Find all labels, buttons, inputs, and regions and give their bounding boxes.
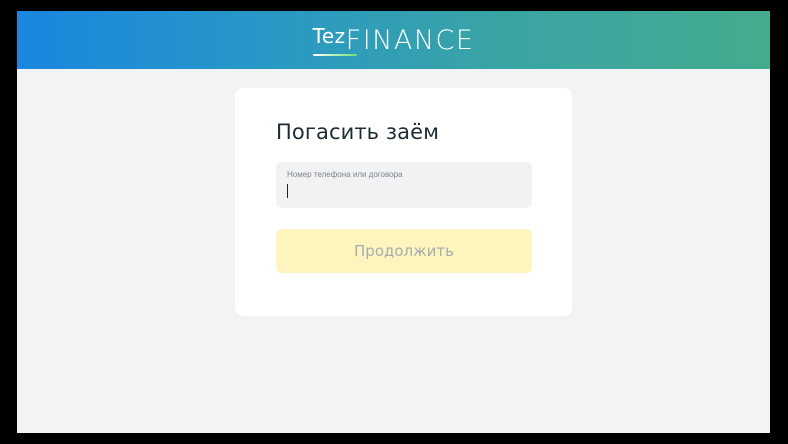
field-label: Номер телефона или договора <box>287 170 403 179</box>
phone-or-contract-input[interactable] <box>286 182 522 198</box>
logo-finance-text: FINANCE <box>345 24 475 56</box>
phone-or-contract-field[interactable]: Номер телефона или договора <box>276 162 532 208</box>
continue-button[interactable]: Продолжить <box>276 229 532 273</box>
brand-logo[interactable]: Tez FINANCE <box>312 23 475 56</box>
repay-loan-card: Погасить заём Номер телефона или договор… <box>235 88 572 316</box>
page-title: Погасить заём <box>276 120 440 144</box>
logo-tez-text: Tez <box>312 23 346 48</box>
logo-underline-mark <box>312 53 357 56</box>
header-bar: Tez FINANCE <box>17 11 770 69</box>
text-caret <box>287 184 288 198</box>
app-screen: Tez FINANCE Погасить заём Номер телефона… <box>17 11 770 433</box>
